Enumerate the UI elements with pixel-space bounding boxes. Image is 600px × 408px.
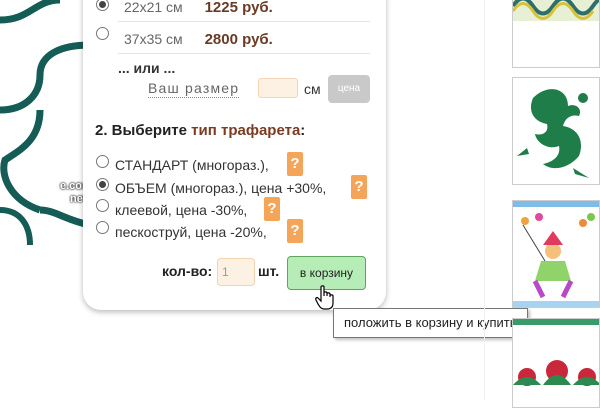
quantity-unit: шт. xyxy=(258,263,280,279)
custom-size-label: Ваш размер xyxy=(148,80,240,98)
size-label: 37x35 см xyxy=(124,31,183,47)
type-radio-standard[interactable] xyxy=(96,155,109,168)
or-text: ... или ... xyxy=(118,60,176,76)
step2-prefix: 2. Выберите xyxy=(95,122,192,139)
size-label: 22x21 см xyxy=(124,0,183,15)
type-radio-adhesive[interactable] xyxy=(96,199,109,212)
stencil-type-link[interactable]: тип трафарета xyxy=(191,122,300,139)
quantity-input[interactable]: 1 xyxy=(217,258,255,286)
thumbnail-jester[interactable] xyxy=(512,200,600,308)
size-option-1: 22x21 см 1225 руб. xyxy=(124,0,273,16)
type-label-volume: ОБЪЕМ (многораз.), цена +30%, xyxy=(115,180,327,196)
type-label-sandblast: пескоструй, цена -20%, xyxy=(115,224,267,240)
type-radio-volume[interactable] xyxy=(96,178,109,191)
help-icon[interactable]: ? xyxy=(351,175,367,199)
type-label-standard: СТАНДАРТ (многораз.), xyxy=(115,157,269,173)
custom-size-input[interactable] xyxy=(258,78,298,98)
size-price: 1225 руб. xyxy=(204,0,273,16)
step2-suffix: : xyxy=(300,122,306,139)
help-icon[interactable]: ? xyxy=(287,152,303,176)
quantity-label: кол-во: xyxy=(162,263,213,279)
cart-tooltip: положить в корзину и купить xyxy=(333,308,528,338)
help-icon[interactable]: ? xyxy=(264,197,280,221)
step2-heading: 2. Выберите тип трафарета: xyxy=(95,122,305,139)
type-radio-sandblast[interactable] xyxy=(96,221,109,234)
thumbnail-floral[interactable] xyxy=(512,318,600,408)
divider xyxy=(118,21,370,22)
thumbnail-celtic-pattern[interactable] xyxy=(512,0,600,68)
price-button[interactable]: цена xyxy=(328,75,370,103)
size-price: 2800 руб. xyxy=(204,31,273,48)
type-label-adhesive: клеевой, цена -30%, xyxy=(115,202,248,218)
divider xyxy=(118,53,370,54)
size-radio-2[interactable] xyxy=(96,27,109,40)
custom-size-unit: см xyxy=(304,81,321,97)
help-icon[interactable]: ? xyxy=(287,219,303,243)
column-divider xyxy=(484,0,485,400)
size-option-2: 37x35 см 2800 руб. xyxy=(124,31,273,48)
thumbnail-dragon[interactable] xyxy=(512,77,600,185)
